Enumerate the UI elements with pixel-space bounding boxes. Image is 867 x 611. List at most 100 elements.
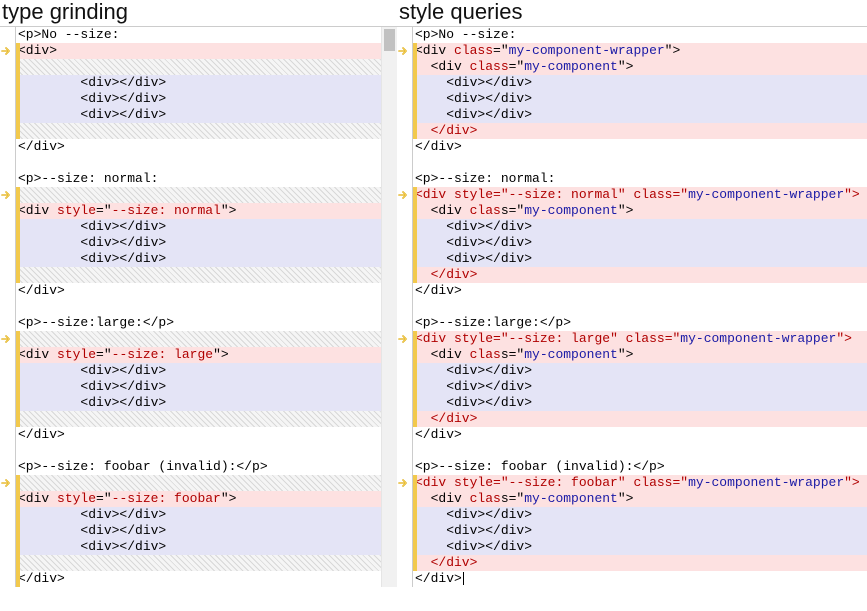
code-token: style xyxy=(454,187,493,202)
text-cursor xyxy=(463,572,464,585)
code-line[interactable] xyxy=(16,411,381,427)
left-scrollbar[interactable] xyxy=(381,27,397,587)
code-line[interactable]: </div> xyxy=(413,555,867,571)
code-line[interactable]: <div></div> xyxy=(16,523,381,539)
code-line[interactable]: <p>--size: normal: xyxy=(413,171,867,187)
code-line[interactable]: <div></div> xyxy=(16,91,381,107)
code-line[interactable] xyxy=(16,123,381,139)
code-line[interactable]: <div> xyxy=(16,43,381,59)
code-line[interactable]: </div> xyxy=(16,283,381,299)
code-line[interactable] xyxy=(413,443,867,459)
left-title: type grinding xyxy=(0,0,397,26)
code-token: clas xyxy=(470,203,501,218)
code-line[interactable]: <div class="my-component"> xyxy=(413,203,867,219)
code-line[interactable]: <div style="--size: normal"> xyxy=(16,203,381,219)
code-line[interactable]: <div class="my-component"> xyxy=(413,347,867,363)
code-line[interactable]: <div></div> xyxy=(16,379,381,395)
code-line[interactable]: <div></div> xyxy=(413,91,867,107)
code-line[interactable]: </div> xyxy=(413,123,867,139)
code-token: "> xyxy=(618,491,634,506)
diff-arrow-icon[interactable] xyxy=(1,189,13,201)
code-line[interactable]: <p>No --size: xyxy=(16,27,381,43)
code-line[interactable] xyxy=(16,59,381,75)
code-line[interactable]: <p>--size:large:</p> xyxy=(413,315,867,331)
code-line[interactable]: <div style="--size: foobar" class="my-co… xyxy=(413,475,867,491)
code-line[interactable] xyxy=(16,331,381,347)
code-line[interactable]: </div> xyxy=(413,267,867,283)
code-line[interactable]: <div></div> xyxy=(413,523,867,539)
code-token: =" xyxy=(672,475,688,490)
code-line[interactable]: <div style="--size: large"> xyxy=(16,347,381,363)
right-lines[interactable]: <p>No --size:<div class="my-component-wr… xyxy=(413,27,867,587)
code-line[interactable]: <div></div> xyxy=(413,363,867,379)
code-line[interactable]: <p>--size: foobar (invalid):</p> xyxy=(16,459,381,475)
code-line[interactable]: </div> xyxy=(16,571,381,587)
code-line[interactable]: <p>--size: normal: xyxy=(16,171,381,187)
code-line[interactable]: <div class="my-component"> xyxy=(413,59,867,75)
code-line[interactable] xyxy=(16,299,381,315)
code-line[interactable]: <p>No --size: xyxy=(413,27,867,43)
code-token: s=" xyxy=(501,491,524,506)
left-lines[interactable]: <p>No --size:<div> <div></div> <div></di… xyxy=(16,27,381,587)
code-token: "> xyxy=(665,43,681,58)
code-token: <p>--size:large:</p> xyxy=(18,315,174,330)
code-line[interactable]: <div></div> xyxy=(413,75,867,91)
diff-arrow-icon[interactable] xyxy=(398,45,410,57)
code-line[interactable] xyxy=(413,299,867,315)
code-line[interactable]: <div></div> xyxy=(16,107,381,123)
code-line[interactable]: <div></div> xyxy=(16,251,381,267)
left-pane: type grinding <p>No --size:<div> <div></… xyxy=(0,0,397,587)
code-line[interactable]: <div style="--size: large" class="my-com… xyxy=(413,331,867,347)
code-line[interactable]: <p>--size:large:</p> xyxy=(16,315,381,331)
diff-arrow-icon[interactable] xyxy=(1,333,13,345)
diff-arrow-icon[interactable] xyxy=(1,45,13,57)
code-token: <div xyxy=(415,331,454,346)
code-line[interactable]: <div></div> xyxy=(16,363,381,379)
right-code-area[interactable]: <p>No --size:<div class="my-component-wr… xyxy=(397,26,867,587)
code-token: my-component-wrapper xyxy=(509,43,665,58)
code-token: <div></div> xyxy=(18,219,166,234)
code-token: <div xyxy=(415,43,454,58)
code-line[interactable]: <div></div> xyxy=(16,395,381,411)
code-line[interactable]: </div> xyxy=(16,427,381,443)
code-line[interactable]: <div></div> xyxy=(16,219,381,235)
code-line[interactable] xyxy=(16,443,381,459)
code-line[interactable]: <div></div> xyxy=(413,539,867,555)
code-line[interactable]: <div></div> xyxy=(16,507,381,523)
code-line[interactable]: </div> xyxy=(413,411,867,427)
code-line[interactable] xyxy=(413,155,867,171)
code-line[interactable]: <div></div> xyxy=(413,379,867,395)
code-line[interactable]: <div style="--size: foobar"> xyxy=(16,491,381,507)
code-line[interactable] xyxy=(16,155,381,171)
diff-arrow-icon[interactable] xyxy=(398,477,410,489)
code-line[interactable]: <div></div> xyxy=(413,251,867,267)
left-code-area[interactable]: <p>No --size:<div> <div></div> <div></di… xyxy=(0,26,397,587)
code-line[interactable]: </div> xyxy=(413,571,867,587)
diff-arrow-icon[interactable] xyxy=(398,333,410,345)
code-line[interactable]: <div class="my-component-wrapper"> xyxy=(413,43,867,59)
code-line[interactable] xyxy=(16,267,381,283)
code-line[interactable]: <div></div> xyxy=(16,539,381,555)
code-line[interactable]: <div style="--size: normal" class="my-co… xyxy=(413,187,867,203)
code-line[interactable]: <div></div> xyxy=(413,395,867,411)
code-line[interactable]: </div> xyxy=(413,427,867,443)
diff-arrow-icon[interactable] xyxy=(398,189,410,201)
code-line[interactable]: <p>--size: foobar (invalid):</p> xyxy=(413,459,867,475)
code-line[interactable]: <div></div> xyxy=(16,75,381,91)
code-line[interactable]: <div></div> xyxy=(413,219,867,235)
code-line[interactable]: <div></div> xyxy=(413,107,867,123)
code-line[interactable] xyxy=(16,187,381,203)
code-line[interactable]: <div></div> xyxy=(413,235,867,251)
code-line[interactable]: </div> xyxy=(413,139,867,155)
scrollbar-thumb[interactable] xyxy=(384,29,395,51)
diff-arrow-icon[interactable] xyxy=(1,477,13,489)
code-line[interactable]: </div> xyxy=(413,283,867,299)
code-line[interactable] xyxy=(16,475,381,491)
code-token: style xyxy=(454,331,493,346)
code-line[interactable]: <div></div> xyxy=(413,507,867,523)
code-line[interactable]: <div class="my-component"> xyxy=(413,491,867,507)
code-token: <div xyxy=(18,347,57,362)
code-line[interactable]: <div></div> xyxy=(16,235,381,251)
code-line[interactable]: </div> xyxy=(16,139,381,155)
code-line[interactable] xyxy=(16,555,381,571)
